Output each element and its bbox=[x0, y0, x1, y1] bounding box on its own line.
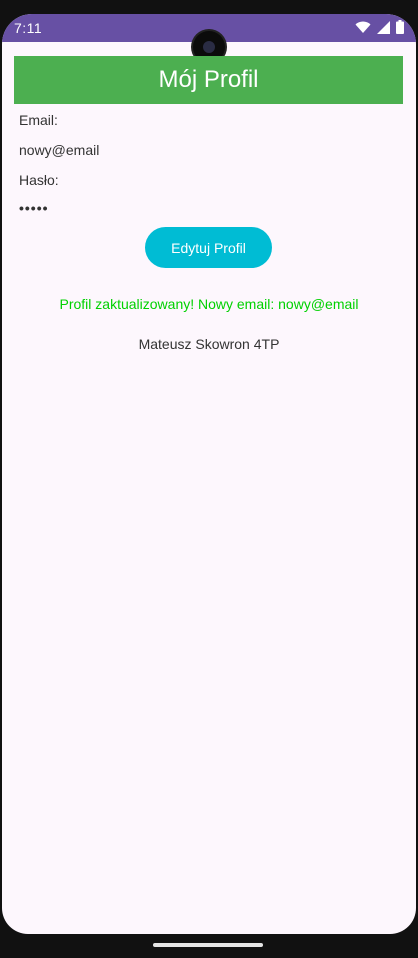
home-gesture-handle[interactable] bbox=[153, 943, 263, 947]
status-time: 7:11 bbox=[14, 20, 43, 36]
device-frame: 7:11 Mój Profil Email: nowy@email Hasło:… bbox=[0, 0, 418, 958]
signal-icon bbox=[377, 20, 390, 34]
page-title: Mój Profil bbox=[158, 66, 259, 93]
email-value: nowy@email bbox=[19, 142, 100, 158]
password-label: Hasło: bbox=[19, 172, 59, 188]
status-message: Profil zaktualizowany! Nowy email: nowy@… bbox=[59, 296, 359, 312]
wifi-icon bbox=[355, 21, 371, 33]
battery-icon bbox=[396, 20, 404, 34]
email-label: Email: bbox=[19, 112, 58, 128]
profile-header: Mój Profil bbox=[14, 56, 403, 104]
edit-profile-button[interactable]: Edytuj Profil bbox=[145, 227, 272, 268]
app-screen: 7:11 Mój Profil Email: nowy@email Hasło:… bbox=[2, 14, 416, 934]
author-label: Mateusz Skowron 4TP bbox=[138, 336, 280, 352]
status-icons bbox=[355, 20, 404, 34]
password-value: ••••• bbox=[19, 200, 49, 216]
